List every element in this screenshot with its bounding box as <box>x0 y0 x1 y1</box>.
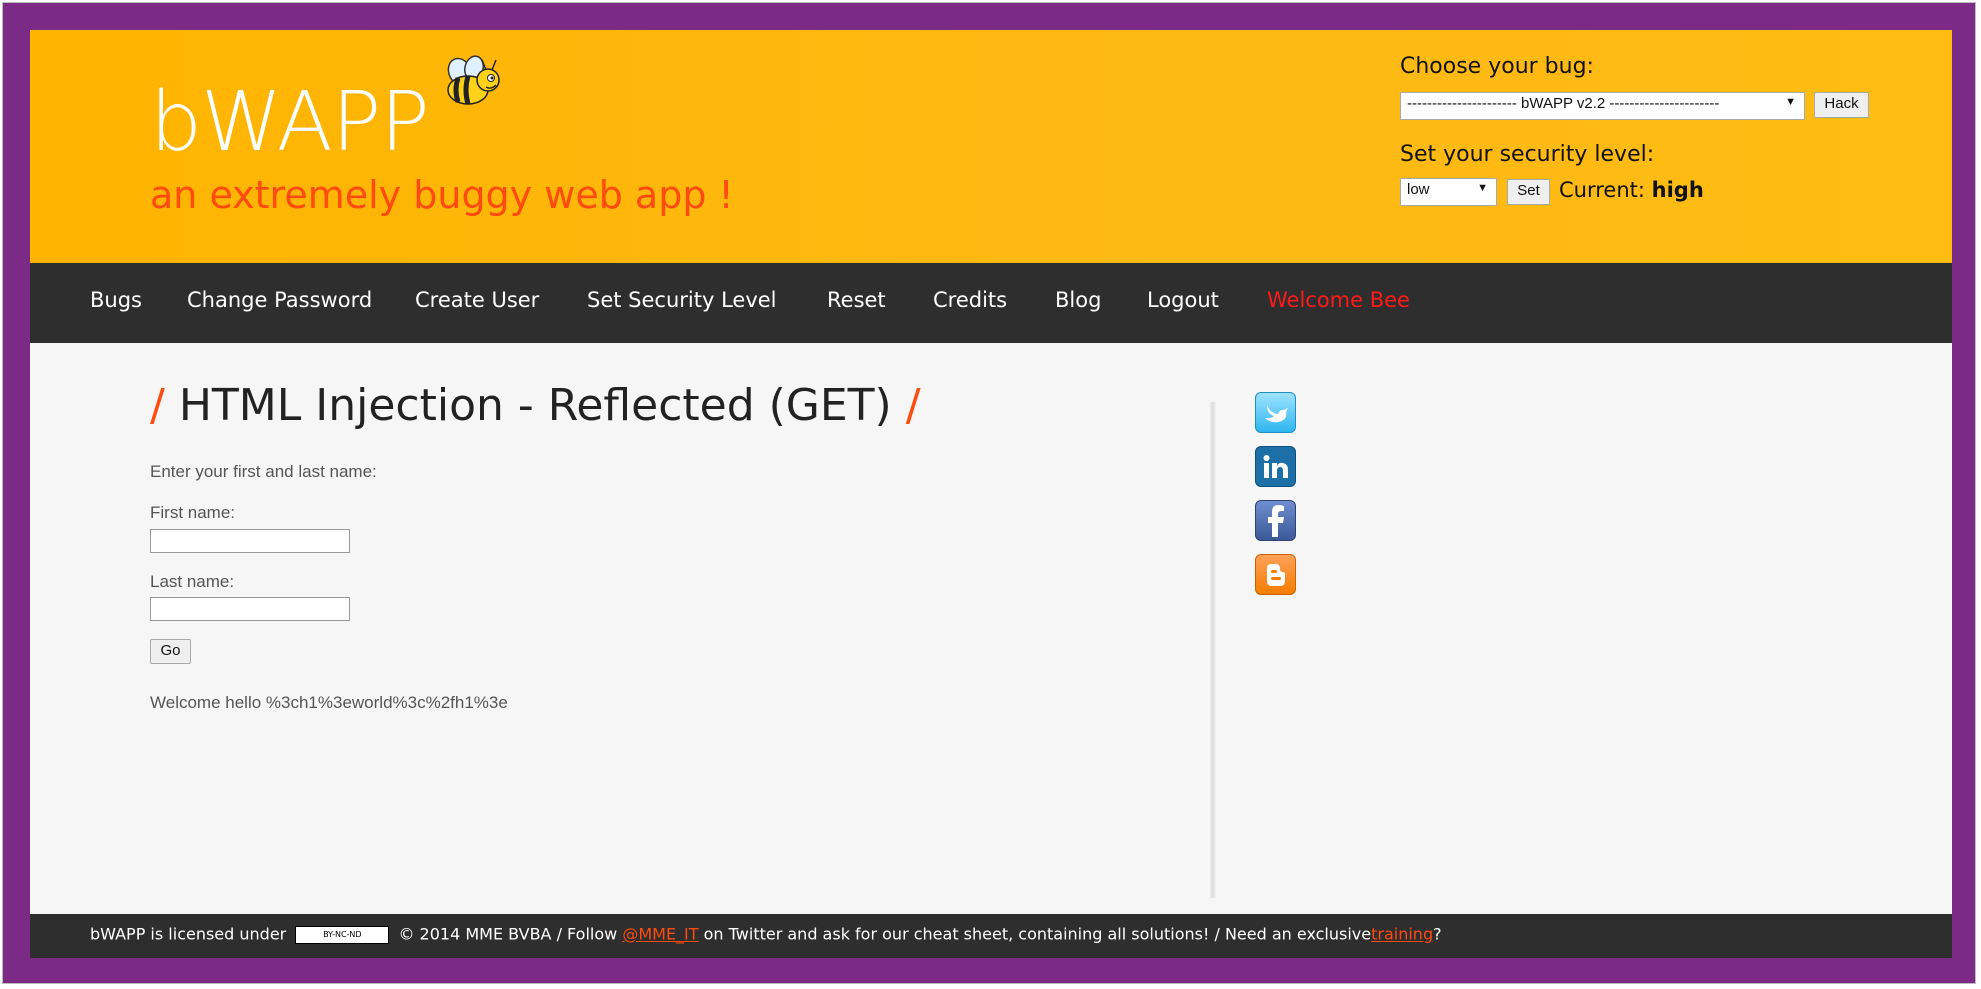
security-level-select[interactable]: low ▼ <box>1400 178 1497 206</box>
current-security-level: Current: high <box>1559 180 1704 201</box>
footer-copyright-text: © 2014 MME BVBA / Follow <box>398 924 618 944</box>
blogger-icon[interactable] <box>1255 554 1296 595</box>
linkedin-icon[interactable] <box>1255 446 1296 487</box>
footer: bWAPP is licensed under BY-NC-ND © 2014 … <box>30 914 1952 958</box>
content-divider <box>1210 402 1216 898</box>
header: bWAPP an extremely buggy web app ! Choos… <box>30 30 1952 263</box>
nav-item-logout[interactable]: Logout <box>1147 290 1219 311</box>
main-nav: Bugs Change Password Create User Set Sec… <box>30 263 1952 343</box>
facebook-icon[interactable] <box>1255 500 1296 541</box>
form-intro: Enter your first and last name: <box>150 462 377 481</box>
footer-question-mark: ? <box>1433 924 1442 944</box>
window-frame: bWAPP an extremely buggy web app ! Choos… <box>2 2 1976 984</box>
first-name-input[interactable] <box>150 529 350 553</box>
last-name-label: Last name: <box>150 572 235 591</box>
nav-item-bugs[interactable]: Bugs <box>90 290 142 311</box>
first-name-label: First name: <box>150 503 236 522</box>
training-link[interactable]: training <box>1371 925 1433 944</box>
nav-item-reset[interactable]: Reset <box>827 290 886 311</box>
dropdown-arrow-icon: ▼ <box>1785 96 1796 108</box>
go-button[interactable]: Go <box>150 639 191 664</box>
nav-item-blog[interactable]: Blog <box>1055 290 1101 311</box>
hack-button[interactable]: Hack <box>1814 92 1869 118</box>
current-label: Current: <box>1559 178 1645 202</box>
welcome-result: Welcome hello %3ch1%3eworld%3c%2fh1%3e <box>150 693 508 712</box>
last-name-input[interactable] <box>150 597 350 621</box>
nav-item-credits[interactable]: Credits <box>933 290 1007 311</box>
bug-select[interactable]: ---------------------- bWAPP v2.2 ------… <box>1400 92 1805 120</box>
nav-item-welcome[interactable]: Welcome Bee <box>1267 290 1410 311</box>
security-level-label: Set your security level: <box>1400 142 1655 167</box>
footer-license-text: bWAPP is licensed under <box>90 924 287 944</box>
security-select-value: low <box>1407 181 1430 198</box>
choose-bug-label: Choose your bug: <box>1400 54 1594 79</box>
logo[interactable]: bWAPP <box>150 82 430 164</box>
nav-item-change-password[interactable]: Change Password <box>187 290 372 311</box>
dropdown-arrow-icon: ▼ <box>1477 182 1488 194</box>
current-value: high <box>1651 178 1704 202</box>
title-text: HTML Injection - Reflected (GET) <box>178 380 892 431</box>
bug-select-value: ---------------------- bWAPP v2.2 ------… <box>1407 95 1720 112</box>
nav-item-create-user[interactable]: Create User <box>415 290 539 311</box>
footer-cheat-sheet-text: on Twitter and ask for our cheat sheet, … <box>703 924 1372 944</box>
twitter-icon[interactable] <box>1255 392 1296 433</box>
bee-icon <box>447 55 500 105</box>
page: bWAPP an extremely buggy web app ! Choos… <box>30 30 1952 958</box>
footer-text: bWAPP is licensed under BY-NC-ND © 2014 … <box>90 926 1442 944</box>
twitter-link[interactable]: @MME_IT <box>622 925 698 944</box>
cc-license-badge[interactable]: BY-NC-ND <box>295 926 390 944</box>
title-slash-right: / <box>905 380 921 431</box>
nav-item-set-security-level[interactable]: Set Security Level <box>587 290 777 311</box>
set-button[interactable]: Set <box>1507 179 1550 205</box>
page-title: / HTML Injection - Reflected (GET) / <box>150 384 921 428</box>
title-slash-left: / <box>150 380 165 431</box>
tagline: an extremely buggy web app ! <box>150 173 734 217</box>
